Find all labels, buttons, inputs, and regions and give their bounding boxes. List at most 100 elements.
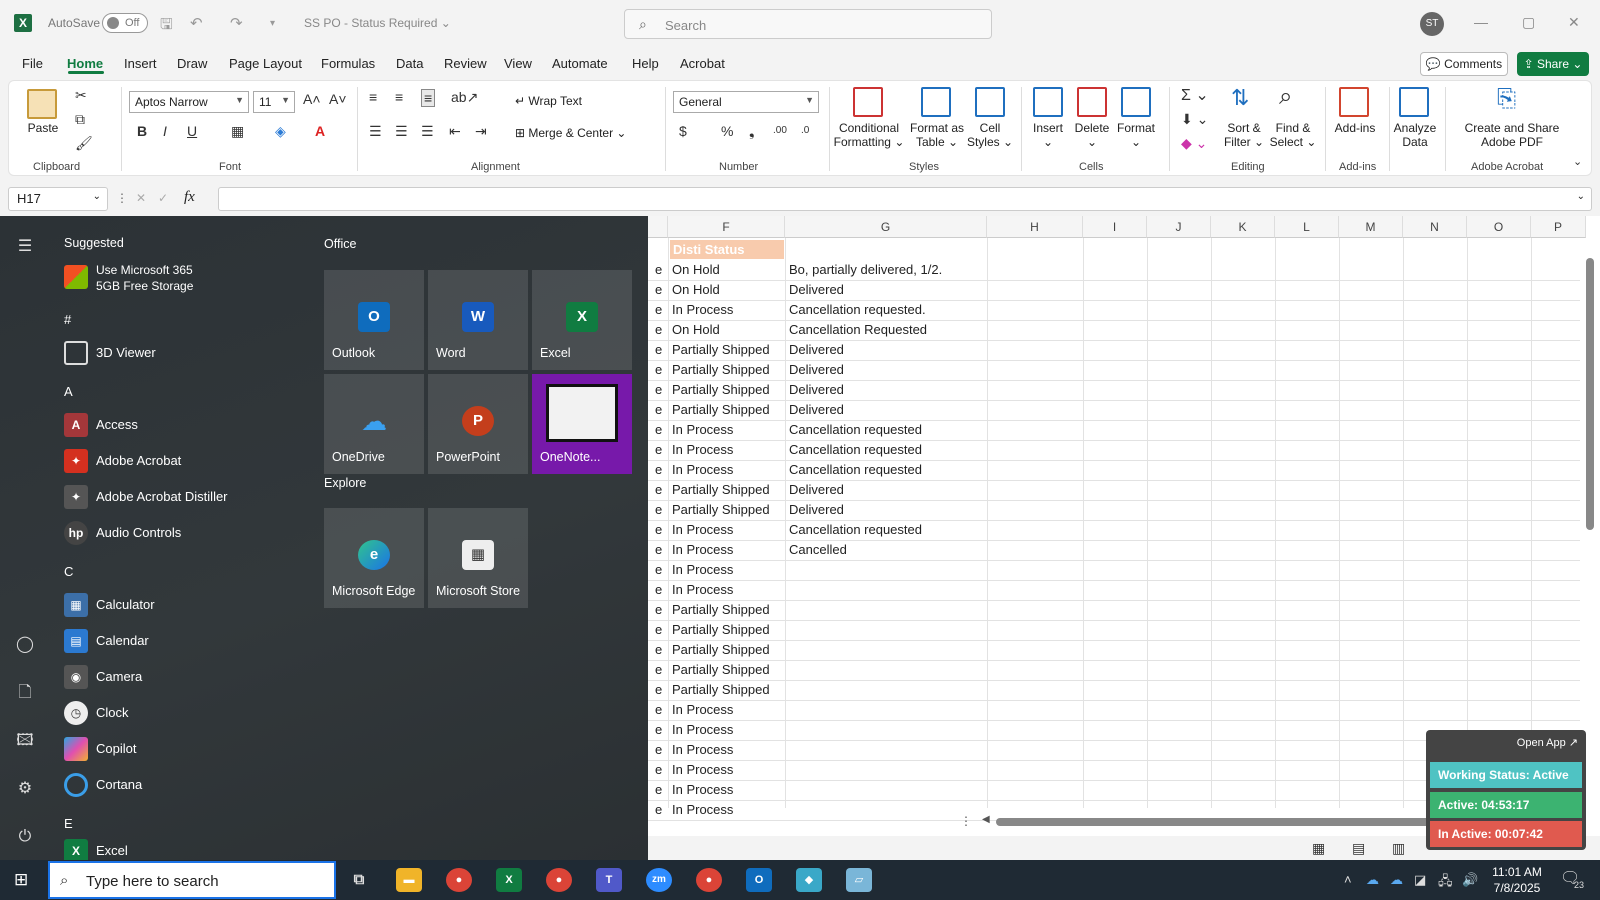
menu-formulas[interactable]: Formulas: [321, 56, 375, 71]
open-app-link[interactable]: Open App ↗: [1517, 736, 1578, 749]
pictures-icon[interactable]: 🖾: [14, 730, 36, 752]
teams-icon[interactable]: T: [596, 868, 622, 892]
cell-status-note[interactable]: [786, 740, 986, 760]
app-excel[interactable]: X Excel: [64, 836, 304, 860]
cell-status-note[interactable]: [786, 720, 986, 740]
cell-disti-status[interactable]: On Hold: [669, 260, 785, 280]
cell-disti-status[interactable]: Partially Shipped: [669, 680, 785, 700]
tile-microsoft-store[interactable]: ▦ Microsoft Store: [428, 508, 528, 608]
cell-e[interactable]: e: [652, 740, 668, 760]
orientation-icon[interactable]: ab↗: [451, 89, 478, 106]
volume-icon[interactable]: 🔊: [1462, 872, 1478, 888]
enter-icon[interactable]: ✓: [158, 191, 168, 205]
vertical-scrollbar[interactable]: [1586, 238, 1594, 808]
cell-status-note[interactable]: Delivered: [786, 400, 986, 420]
redo-icon[interactable]: ↷: [230, 14, 243, 32]
name-box[interactable]: H17 ⌄: [8, 187, 108, 211]
app-copilot[interactable]: Copilot: [64, 734, 304, 764]
decrease-indent-icon[interactable]: ⇤: [449, 123, 461, 140]
cell-disti-status[interactable]: In Process: [669, 520, 785, 540]
cell-e[interactable]: e: [652, 280, 668, 300]
excel-taskbar-icon[interactable]: X: [496, 868, 522, 892]
column-header-l[interactable]: L: [1275, 216, 1339, 238]
file-explorer-icon[interactable]: ▬: [396, 868, 422, 892]
onedrive-tray-icon[interactable]: ☁: [1366, 872, 1379, 888]
section-c[interactable]: C: [64, 564, 73, 579]
cell-disti-status[interactable]: Partially Shipped: [669, 660, 785, 680]
app-adobe-acrobat[interactable]: ✦ Adobe Acrobat: [64, 446, 304, 476]
number-format-select[interactable]: General ▼: [673, 91, 819, 113]
cell-e[interactable]: e: [652, 460, 668, 480]
normal-view-icon[interactable]: ▦: [1312, 840, 1325, 857]
security-tray-icon[interactable]: ◪: [1414, 872, 1426, 888]
clear-icon[interactable]: ◆ ⌄: [1181, 135, 1207, 152]
save-icon[interactable]: 🖫: [160, 14, 173, 39]
chrome-icon[interactable]: ●: [446, 868, 472, 892]
scroll-left-icon[interactable]: ◀: [982, 814, 990, 825]
cell-disti-status[interactable]: In Process: [669, 740, 785, 760]
cell-e[interactable]: e: [652, 440, 668, 460]
cell-disti-status[interactable]: In Process: [669, 560, 785, 580]
cell-e[interactable]: e: [652, 480, 668, 500]
column-header-k[interactable]: K: [1211, 216, 1275, 238]
column-header-f[interactable]: F: [668, 216, 785, 238]
cell-e[interactable]: e: [652, 680, 668, 700]
menu-help[interactable]: Help: [632, 56, 659, 71]
cell-disti-status[interactable]: Partially Shipped: [669, 360, 785, 380]
copy-icon[interactable]: ⧉: [75, 111, 85, 128]
cell-status-note[interactable]: Delivered: [786, 480, 986, 500]
formula-input[interactable]: ⌄: [218, 187, 1592, 211]
cell-disti-status[interactable]: Partially Shipped: [669, 340, 785, 360]
tile-outlook[interactable]: O Outlook: [324, 270, 424, 370]
cancel-icon[interactable]: ✕: [136, 191, 146, 205]
app-calendar[interactable]: ▤ Calendar: [64, 626, 304, 656]
cell-status-note[interactable]: Delivered: [786, 280, 986, 300]
font-color-icon[interactable]: A: [315, 123, 325, 139]
cell-e[interactable]: e: [652, 800, 668, 820]
cell-disti-status[interactable]: In Process: [669, 760, 785, 780]
currency-icon[interactable]: $: [679, 123, 687, 139]
menu-draw[interactable]: Draw: [177, 56, 207, 71]
menu-page-layout[interactable]: Page Layout: [229, 56, 302, 71]
hamburger-menu-icon[interactable]: ☰: [14, 236, 36, 258]
cell-e[interactable]: e: [652, 300, 668, 320]
cell-status-note[interactable]: Delivered: [786, 380, 986, 400]
cell-e[interactable]: e: [652, 420, 668, 440]
section-a[interactable]: A: [64, 384, 73, 399]
section-e[interactable]: E: [64, 816, 73, 831]
cell-disti-status[interactable]: In Process: [669, 300, 785, 320]
maximize-icon[interactable]: ▢: [1522, 14, 1535, 31]
italic-icon[interactable]: I: [163, 123, 167, 139]
cell-e[interactable]: e: [652, 780, 668, 800]
cell-status-note[interactable]: Cancellation requested: [786, 520, 986, 540]
scrollbar-thumb[interactable]: [1586, 258, 1594, 530]
cell-status-note[interactable]: [786, 640, 986, 660]
more-icon[interactable]: ⋮: [116, 191, 128, 205]
align-left-icon[interactable]: ☰: [369, 123, 382, 140]
notes-icon[interactable]: ▱: [846, 868, 872, 892]
align-top-icon[interactable]: ≡: [369, 89, 377, 105]
column-header-p[interactable]: P: [1531, 216, 1586, 238]
merge-center-button[interactable]: ⊞ Merge & Center ⌄: [515, 126, 626, 140]
cell-status-note[interactable]: Cancellation Requested: [786, 320, 986, 340]
cell-e[interactable]: e: [652, 540, 668, 560]
borders-icon[interactable]: ▦: [231, 123, 244, 140]
cell-status-note[interactable]: Cancellation requested: [786, 440, 986, 460]
cell-e[interactable]: e: [652, 400, 668, 420]
align-right-icon[interactable]: ☰: [421, 123, 434, 140]
section-hash[interactable]: #: [64, 312, 71, 327]
cell-status-note[interactable]: [786, 760, 986, 780]
tile-onedrive[interactable]: ☁ OneDrive: [324, 374, 424, 474]
cell-disti-status[interactable]: In Process: [669, 780, 785, 800]
cell-status-note[interactable]: [786, 800, 986, 820]
app-clock[interactable]: ◷ Clock: [64, 698, 304, 728]
comments-button[interactable]: 💬 Comments: [1420, 52, 1508, 76]
cell-e[interactable]: e: [652, 600, 668, 620]
chrome-alt-icon[interactable]: ●: [696, 868, 722, 892]
font-name-select[interactable]: Aptos Narrow ▼: [129, 91, 249, 113]
cell-disti-status[interactable]: Partially Shipped: [669, 640, 785, 660]
cell-disti-status[interactable]: Partially Shipped: [669, 380, 785, 400]
align-middle-icon[interactable]: ≡: [395, 89, 403, 105]
tile-onenote[interactable]: OneNote...: [532, 374, 632, 474]
cell-e[interactable]: e: [652, 340, 668, 360]
